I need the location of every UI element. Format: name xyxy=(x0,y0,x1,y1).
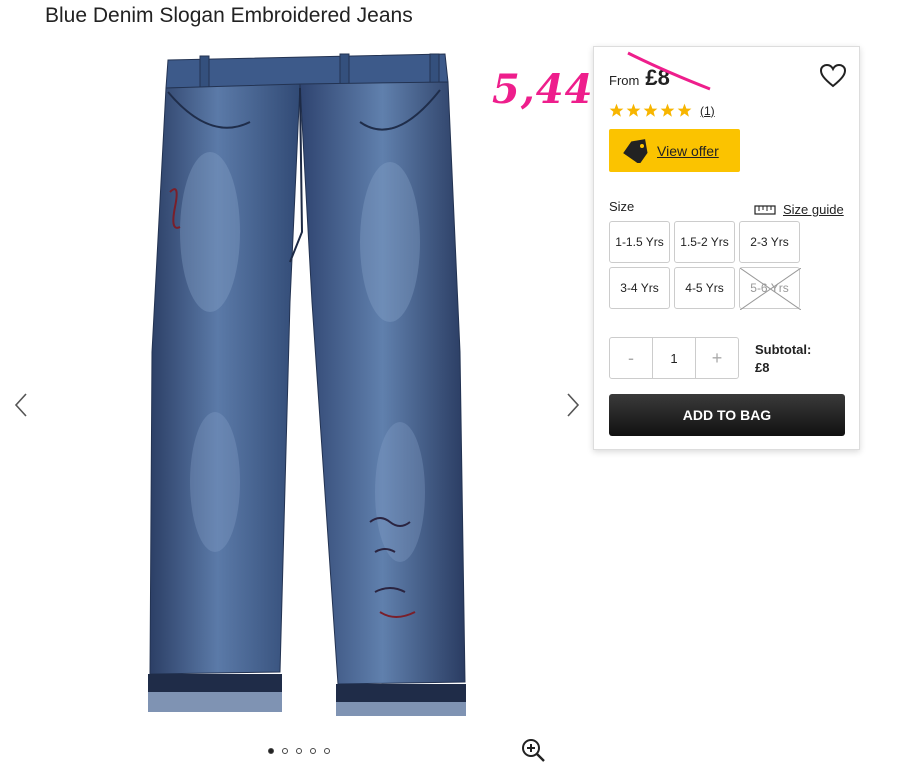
wishlist-heart-icon[interactable] xyxy=(819,63,847,89)
size-guide-label: Size guide xyxy=(783,202,844,217)
view-offer-label: View offer xyxy=(657,142,719,159)
size-option[interactable]: 2-3 Yrs xyxy=(739,221,800,263)
view-offer-button[interactable]: View offer xyxy=(609,129,740,172)
size-heading: Size xyxy=(609,199,635,214)
purchase-panel: From £8 (1) View offer Size Size guide 1… xyxy=(593,46,860,450)
star-rating: (1) xyxy=(609,103,715,118)
size-option-unavailable: 5-6 Yrs xyxy=(739,267,801,310)
quantity-decrease-button[interactable]: - xyxy=(610,338,652,378)
product-title: Blue Denim Slogan Embroidered Jeans xyxy=(45,4,413,27)
gallery-dot[interactable] xyxy=(324,748,330,754)
from-label: From xyxy=(609,73,640,88)
price-row: From £8 xyxy=(609,65,670,91)
subtotal: Subtotal: £8 xyxy=(755,341,811,377)
gallery-dot[interactable] xyxy=(296,748,302,754)
subtotal-label: Subtotal: xyxy=(755,342,812,357)
price-tag-icon xyxy=(623,138,648,163)
zoom-in-icon[interactable] xyxy=(520,737,546,763)
size-option[interactable]: 4-5 Yrs xyxy=(674,267,735,309)
quantity-value[interactable]: 1 xyxy=(652,338,696,378)
product-gallery xyxy=(0,40,590,773)
previous-image-arrow-icon[interactable] xyxy=(12,390,32,420)
ruler-icon xyxy=(754,204,776,215)
gallery-pagination xyxy=(268,748,330,754)
size-options: 1-1.5 Yrs 1.5-2 Yrs 2-3 Yrs 3-4 Yrs 4-5 … xyxy=(609,221,801,310)
star-icon xyxy=(677,103,692,117)
star-icon xyxy=(609,103,624,117)
subtotal-value: £8 xyxy=(755,360,770,375)
star-icon xyxy=(660,103,675,117)
size-guide-link[interactable]: Size guide xyxy=(754,202,844,217)
quantity-stepper: - 1 + xyxy=(609,337,739,379)
gallery-dot[interactable] xyxy=(268,748,274,754)
star-icon xyxy=(626,103,641,117)
star-icon xyxy=(643,103,658,117)
handwritten-price-annotation: 5,44 xyxy=(492,66,594,113)
product-price: £8 xyxy=(645,65,670,90)
review-count-link[interactable]: (1) xyxy=(700,104,715,118)
add-to-bag-button[interactable]: ADD TO BAG xyxy=(609,394,845,436)
size-option[interactable]: 3-4 Yrs xyxy=(609,267,670,309)
gallery-dot[interactable] xyxy=(310,748,316,754)
gallery-dot[interactable] xyxy=(282,748,288,754)
unavailable-cross-icon xyxy=(740,268,801,310)
next-image-arrow-icon[interactable] xyxy=(562,390,582,420)
size-option[interactable]: 1.5-2 Yrs xyxy=(674,221,735,263)
quantity-increase-button[interactable]: + xyxy=(696,338,738,378)
size-option[interactable]: 1-1.5 Yrs xyxy=(609,221,670,263)
jeans-product-image xyxy=(148,53,466,716)
